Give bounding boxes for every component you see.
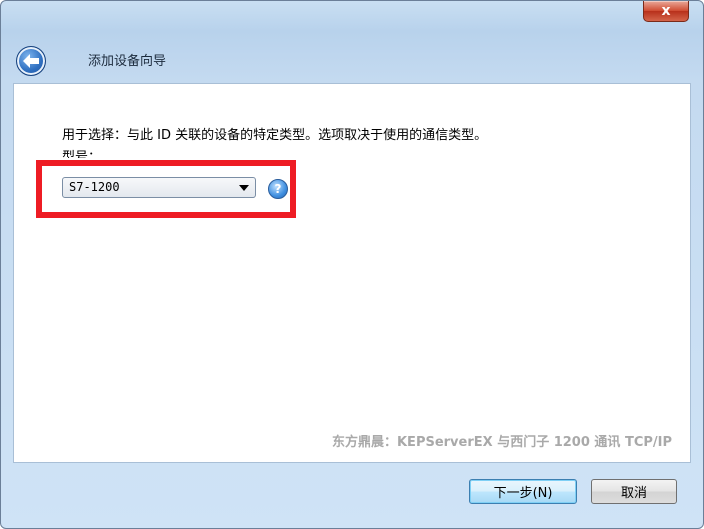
help-symbol: ? [274, 182, 282, 196]
wizard-title: 添加设备向导 [88, 54, 167, 69]
content-panel: 用于选择：与此 ID 关联的设备的特定类型。选项取决于使用的通信类型。 型号： … [13, 83, 691, 463]
model-label: 型号： [62, 150, 102, 158]
cancel-button[interactable]: 取消 [591, 479, 677, 504]
model-dropdown[interactable]: S7-1200 [62, 177, 256, 198]
wizard-window: x 添加设备向导 用于选择：与此 ID 关联的设备的特定类型。选项取决于使用的通… [0, 0, 704, 529]
watermark-text: 东方鼎晨：KEPServerEX 与西门子 1200 通讯 TCP/IP [331, 435, 672, 450]
model-dropdown-value: S7-1200 [69, 180, 120, 194]
wizard-header: 添加设备向导 [2, 36, 702, 84]
close-icon: x [661, 3, 671, 19]
close-button[interactable]: x [643, 1, 689, 22]
help-icon[interactable]: ? [268, 179, 288, 199]
next-button[interactable]: 下一步(N) [469, 479, 577, 504]
back-arrow-icon [23, 54, 39, 68]
description-text: 用于选择：与此 ID 关联的设备的特定类型。选项取决于使用的通信类型。 [62, 128, 488, 143]
chevron-down-icon [239, 185, 249, 191]
back-button[interactable] [16, 46, 46, 76]
